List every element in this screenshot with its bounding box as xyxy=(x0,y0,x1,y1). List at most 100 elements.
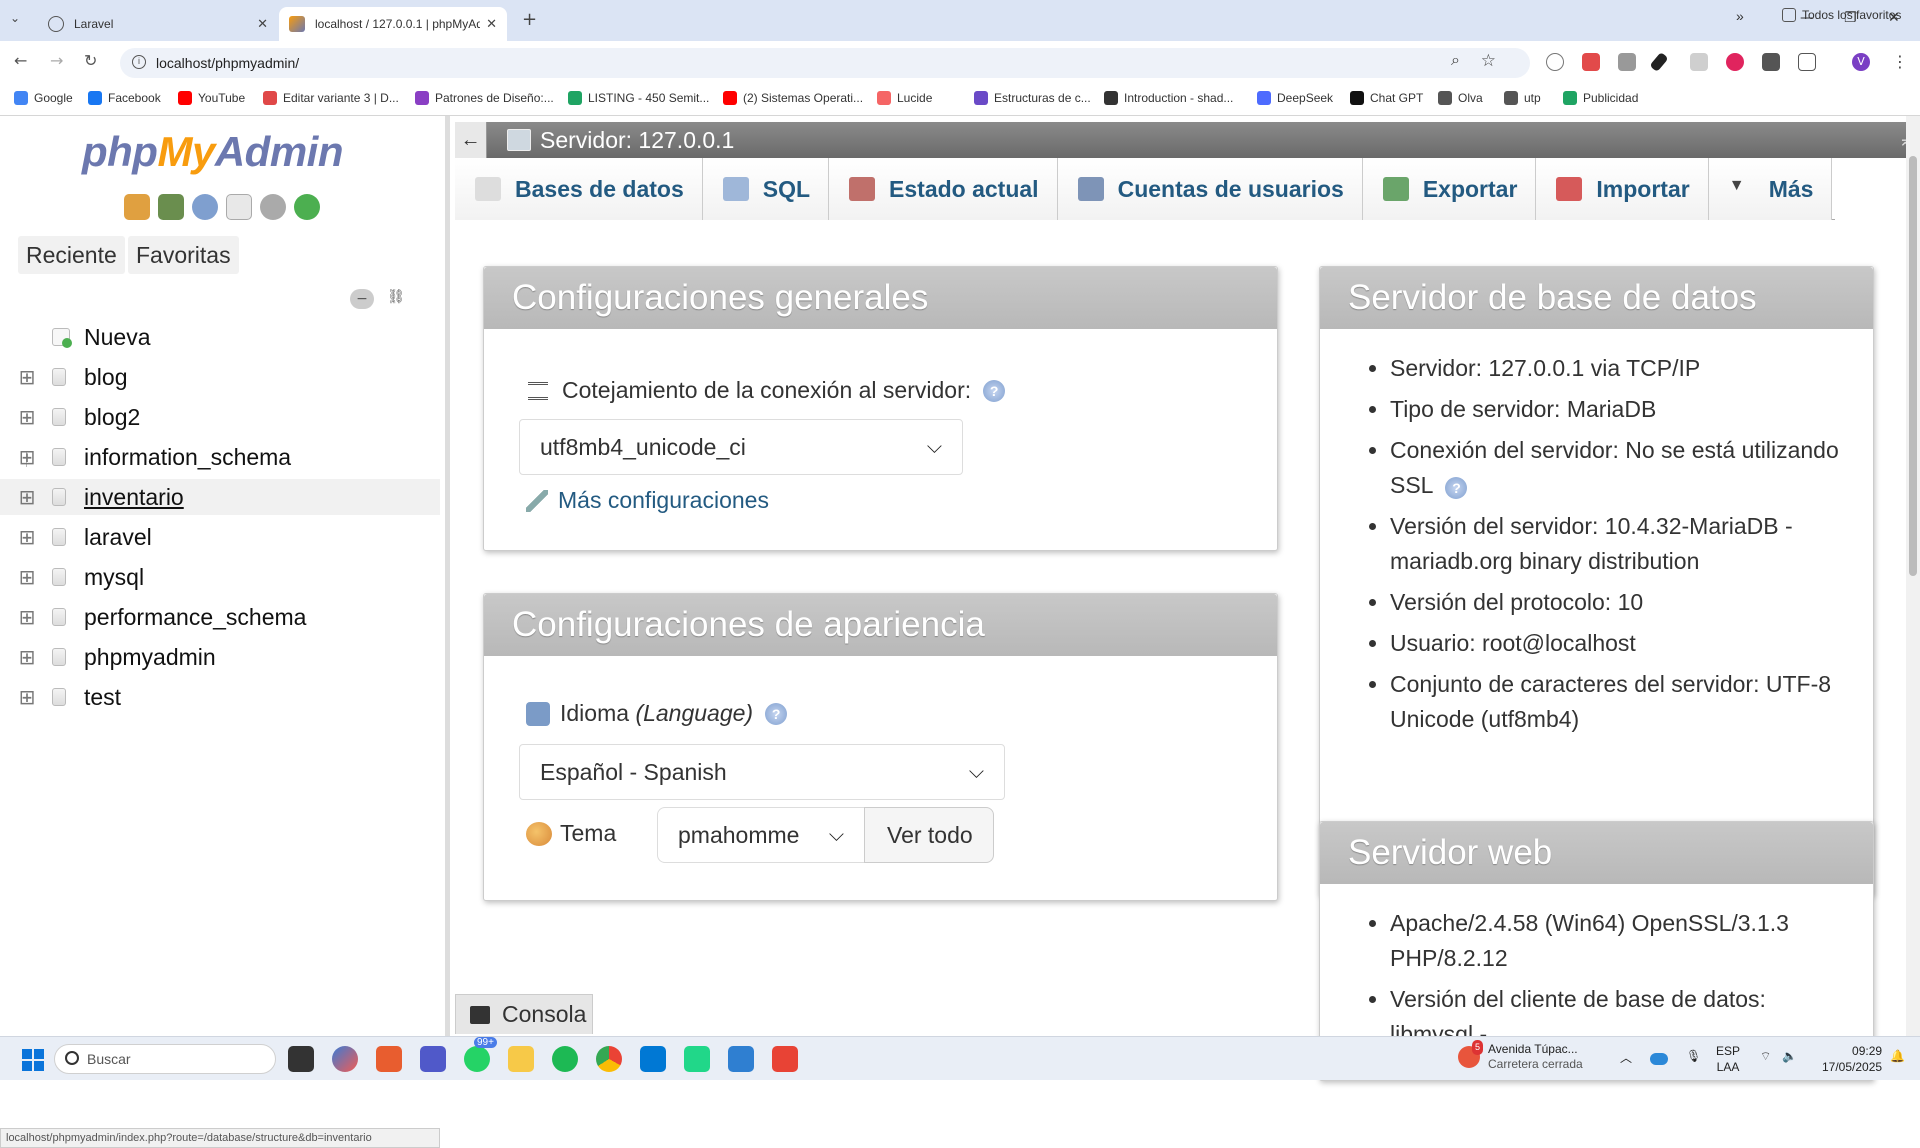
page-scrollbar[interactable] xyxy=(1906,116,1920,1056)
site-info-icon[interactable]: i xyxy=(132,55,146,69)
bookmark-item[interactable]: (2) Sistemas Operati... xyxy=(723,91,863,105)
onedrive-icon[interactable] xyxy=(1650,1053,1668,1065)
new-tab-icon[interactable]: + xyxy=(522,9,537,30)
extensions-puzzle-icon[interactable] xyxy=(1798,53,1816,71)
help-icon[interactable]: ? xyxy=(983,379,1006,402)
weather-widget[interactable]: 5 Avenida Túpac... Carretera cerrada xyxy=(1458,1040,1583,1072)
menu-tab[interactable]: Bases de datos xyxy=(455,158,703,220)
collation-select[interactable]: utf8mb4_unicode_ci ⌵ xyxy=(519,419,963,475)
gear-icon[interactable] xyxy=(260,194,286,220)
tree-item-new[interactable]: Nueva xyxy=(0,319,440,355)
bookmark-item[interactable]: Facebook xyxy=(88,91,161,105)
home-icon[interactable] xyxy=(124,194,150,220)
chrome-icon[interactable] xyxy=(596,1046,622,1072)
logout-icon[interactable] xyxy=(158,194,184,220)
bookmark-item[interactable]: Chat GPT xyxy=(1350,91,1423,105)
phpmyadmin-logo[interactable]: phpMyAdmin xyxy=(82,128,343,176)
theme-select[interactable]: pmahomme ⌵ xyxy=(657,807,865,863)
link-with-main-icon[interactable]: ⛓ xyxy=(384,289,408,309)
tree-item-database[interactable]: ⊞ inventario xyxy=(0,479,440,515)
clock[interactable]: 09:29 17/05/2025 xyxy=(1822,1043,1882,1075)
browser-tab-laravel[interactable]: Laravel ✕ xyxy=(38,7,278,41)
bookmark-item[interactable]: YouTube xyxy=(178,91,245,105)
help-icon[interactable]: ? xyxy=(765,702,788,725)
collapse-navigation-icon[interactable]: ← xyxy=(455,122,487,158)
menu-tab[interactable]: Exportar xyxy=(1362,158,1537,220)
tree-item-database[interactable]: ⊞ information_schema xyxy=(0,439,440,475)
language-indicator[interactable]: ESP LAA xyxy=(1716,1043,1740,1075)
more-bookmarks-icon[interactable]: » xyxy=(1736,8,1744,24)
tree-item-label[interactable]: mysql xyxy=(84,564,144,591)
menu-dots-icon[interactable]: ⋮ xyxy=(1892,52,1908,71)
view-all-button[interactable]: Ver todo xyxy=(864,807,994,863)
tree-item-database[interactable]: ⊞ test xyxy=(0,679,440,715)
server-title[interactable]: Servidor: 127.0.0.1 xyxy=(540,127,734,154)
qr-icon[interactable] xyxy=(1762,53,1780,71)
reload-icon[interactable] xyxy=(294,194,320,220)
tray-chevron-icon[interactable]: ︿ xyxy=(1620,1049,1632,1066)
tree-item-label[interactable]: performance_schema xyxy=(84,604,306,631)
expand-icon[interactable]: ⊞ xyxy=(16,366,38,388)
bookmark-item[interactable]: Google xyxy=(14,91,73,105)
expand-icon[interactable]: ⊞ xyxy=(16,686,38,708)
whatsapp-icon[interactable] xyxy=(464,1046,490,1072)
favorites-button[interactable]: Favoritas xyxy=(128,236,239,274)
expand-icon[interactable]: ⊞ xyxy=(16,406,38,428)
expand-icon[interactable]: ⊞ xyxy=(16,606,38,628)
collapse-all-icon[interactable]: − xyxy=(350,289,374,309)
teams-icon[interactable] xyxy=(420,1046,446,1072)
extension-icon[interactable] xyxy=(1546,53,1564,71)
zoom-icon[interactable]: ⌕ xyxy=(1451,52,1460,70)
browser-tab-phpmyadmin[interactable]: localhost / 127.0.0.1 | phpMyAd ✕ xyxy=(279,7,507,41)
help-icon[interactable]: ? xyxy=(1445,477,1468,499)
volume-icon[interactable]: 🔈 xyxy=(1782,1049,1797,1063)
expand-icon[interactable]: ⊞ xyxy=(16,566,38,588)
copilot-icon[interactable] xyxy=(332,1046,358,1072)
tree-item-database[interactable]: ⊞ performance_schema xyxy=(0,599,440,635)
tree-item-database[interactable]: ⊞ blog xyxy=(0,359,440,395)
more-settings-link[interactable]: Más configuraciones xyxy=(526,487,769,514)
tree-item-database[interactable]: ⊞ blog2 xyxy=(0,399,440,435)
bookmark-item[interactable]: DeepSeek xyxy=(1257,91,1333,105)
close-tab-icon[interactable]: ✕ xyxy=(257,16,268,32)
menu-tab[interactable]: Estado actual xyxy=(829,158,1058,220)
console-toggle[interactable]: Consola xyxy=(455,994,593,1034)
bookmark-item[interactable]: Introduction - shad... xyxy=(1104,91,1233,105)
expand-icon[interactable]: ⊞ xyxy=(16,446,38,468)
adblock-icon[interactable] xyxy=(1726,53,1744,71)
app-icon[interactable] xyxy=(376,1046,402,1072)
extension-icon[interactable] xyxy=(1582,53,1600,71)
profile-avatar[interactable]: V xyxy=(1852,53,1870,71)
app-icon[interactable] xyxy=(772,1046,798,1072)
back-icon[interactable]: ← xyxy=(14,51,27,70)
tree-item-database[interactable]: ⊞ phpmyadmin xyxy=(0,639,440,675)
expand-icon[interactable]: ⊞ xyxy=(16,646,38,668)
notifications-icon[interactable]: 🔔 xyxy=(1890,1049,1905,1063)
notepad-icon[interactable] xyxy=(728,1046,754,1072)
bookmark-item[interactable]: Lucide xyxy=(877,91,932,105)
expand-icon[interactable]: ⊞ xyxy=(16,486,38,508)
menu-tab[interactable]: ▼ Más xyxy=(1708,158,1833,220)
all-bookmarks-folder[interactable]: Todos los favoritos xyxy=(1782,8,1901,22)
menu-tab[interactable]: SQL xyxy=(702,158,830,220)
app-icon[interactable] xyxy=(684,1046,710,1072)
bookmark-item[interactable]: Editar variante 3 | D... xyxy=(263,91,399,105)
menu-tab[interactable]: Cuentas de usuarios xyxy=(1057,158,1363,220)
tree-item-label[interactable]: inventario xyxy=(84,484,184,511)
scrollbar-thumb[interactable] xyxy=(1909,156,1917,576)
bookmark-item[interactable]: utp xyxy=(1504,91,1541,105)
tree-item-label[interactable]: blog xyxy=(84,364,127,391)
bookmark-star-icon[interactable]: ☆ xyxy=(1481,51,1496,71)
extension-icon[interactable] xyxy=(1618,53,1636,71)
tab-search-icon[interactable]: ⌄ xyxy=(10,11,20,25)
forward-icon[interactable]: → xyxy=(50,51,63,70)
tree-item-label[interactable]: test xyxy=(84,684,121,711)
expand-icon[interactable]: ⊞ xyxy=(16,526,38,548)
recent-button[interactable]: Reciente xyxy=(18,236,125,274)
tree-item-database[interactable]: ⊞ laravel xyxy=(0,519,440,555)
bookmark-item[interactable]: Patrones de Diseño:... xyxy=(415,91,554,105)
tree-item-label[interactable]: blog2 xyxy=(84,404,140,431)
windows-start-icon[interactable] xyxy=(22,1049,44,1071)
menu-tab[interactable]: Importar xyxy=(1536,158,1709,220)
spotify-icon[interactable] xyxy=(552,1046,578,1072)
